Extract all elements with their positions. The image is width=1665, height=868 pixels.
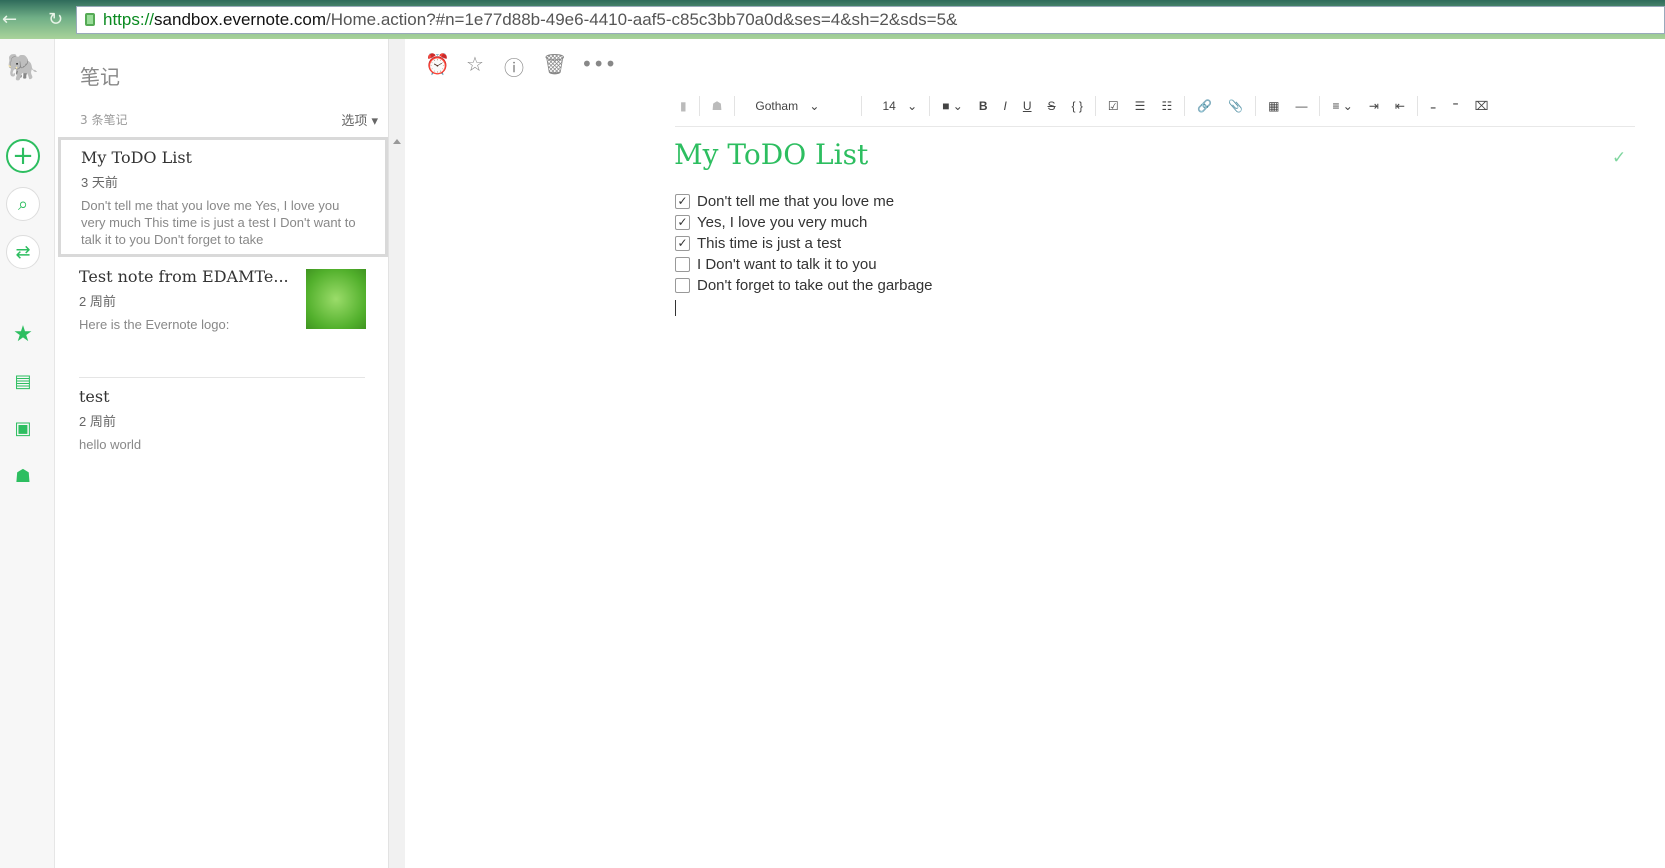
tag-icon[interactable]: ☗ [704,99,731,113]
link-icon[interactable]: 🔗 [1189,99,1220,113]
indent-icon[interactable]: ⇥ [1361,99,1387,113]
lock-icon [85,13,95,26]
todo-item: ✓ Don't tell me that you love me [675,191,933,212]
todo-checkbox[interactable]: ✓ [675,215,690,230]
trash-icon[interactable]: 🗑 [542,52,567,81]
todo-item: ✓ Yes, I love you very much [675,212,933,233]
strikethrough-button[interactable]: S [1040,99,1064,113]
numbered-list-icon[interactable]: ☷ [1153,99,1180,113]
search-button[interactable]: ⌕ [6,187,40,221]
sidebar-rail: 🐘 + ⌕ ⇄ ★ ▤ ▣ ☗ [0,39,55,868]
note-actions: ⏰ ☆ ⓘ 🗑 ••• [425,52,616,81]
horizontal-rule-icon[interactable]: — [1287,99,1315,113]
options-dropdown[interactable]: 选项 ▾ [341,110,378,129]
star-icon[interactable]: ☆ [464,52,486,81]
format-toolbar: ▮ ☗ Gotham ⌄ 14 ⌄ ■ ⌄ B I U S { } ☑ ☰ ☷ … [672,94,1496,118]
scroll-up-icon[interactable] [393,139,401,144]
clear-format-icon[interactable]: ⌧ [1467,99,1497,113]
browser-bar: ← ↻ https://sandbox.evernote.com/Home.ac… [0,0,1665,39]
info-icon[interactable]: ⓘ [503,52,525,81]
work-chat-button[interactable]: ⇄ [6,235,40,269]
note-list-item[interactable]: Test note from EDAMTe... 2 周前 Here is th… [56,257,388,375]
superscript-icon[interactable]: ⁼ [1444,99,1466,113]
shortcuts-star-icon[interactable]: ★ [6,317,40,351]
table-icon[interactable]: ▦ [1260,99,1287,113]
todo-checkbox[interactable] [675,278,690,293]
note-list-scrollbar[interactable] [388,39,405,868]
more-icon[interactable]: ••• [581,52,616,81]
saved-check-icon: ✓ [1612,148,1627,168]
code-button[interactable]: { } [1064,99,1091,113]
todo-item: ✓ This time is just a test [675,233,933,254]
note-list-item[interactable]: My ToDO List 3 天前 Don't tell me that you… [58,137,388,257]
evernote-logo-icon[interactable]: 🐘 [6,51,40,85]
italic-button[interactable]: I [996,99,1015,113]
note-thumbnail-image [306,269,366,329]
font-dropdown[interactable]: Gotham ⌄ [739,99,827,113]
todo-item: Don't forget to take out the garbage [675,275,933,296]
toolbar-divider [675,126,1635,127]
back-icon[interactable]: ← [2,9,17,30]
notes-icon[interactable]: ▤ [6,364,40,398]
subscript-icon[interactable]: ₌ [1422,99,1444,113]
checkbox-icon[interactable]: ☑ [1100,99,1127,113]
attachment-icon[interactable]: 📎 [1220,99,1251,113]
notebook-icon[interactable]: ▮ [672,99,695,113]
outdent-icon[interactable]: ⇤ [1387,99,1413,113]
new-note-button[interactable]: + [6,139,40,173]
bullet-list-icon[interactable]: ☰ [1127,99,1154,113]
tags-icon[interactable]: ☗ [6,459,40,493]
todo-checkbox[interactable] [675,257,690,272]
reload-icon[interactable]: ↻ [48,9,63,30]
text-cursor [675,300,676,316]
align-dropdown[interactable]: ≡ ⌄ [1324,99,1360,113]
todo-checkbox[interactable]: ✓ [675,194,690,209]
todo-checkbox[interactable]: ✓ [675,236,690,251]
note-body[interactable]: ✓ Don't tell me that you love me ✓ Yes, I … [675,191,933,316]
color-dropdown[interactable]: ■ ⌄ [934,99,971,113]
todo-item: I Don't want to talk it to you [675,254,933,275]
note-list: 笔记 3 条笔记 选项 ▾ My ToDO List 3 天前 Don't te… [56,39,388,868]
note-list-title: 笔记 [80,65,120,89]
address-bar[interactable]: https://sandbox.evernote.com/Home.action… [76,6,1665,34]
note-list-item[interactable]: test 2 周前 hello world [56,377,388,463]
bold-button[interactable]: B [971,99,996,113]
reminder-icon[interactable]: ⏰ [425,52,450,81]
notebooks-icon[interactable]: ▣ [6,411,40,445]
underline-button[interactable]: U [1015,99,1040,113]
size-dropdown[interactable]: 14 ⌄ [866,99,925,113]
note-count: 3 条笔记 [80,113,128,127]
note-title-input[interactable]: My ToDO List [674,138,868,171]
